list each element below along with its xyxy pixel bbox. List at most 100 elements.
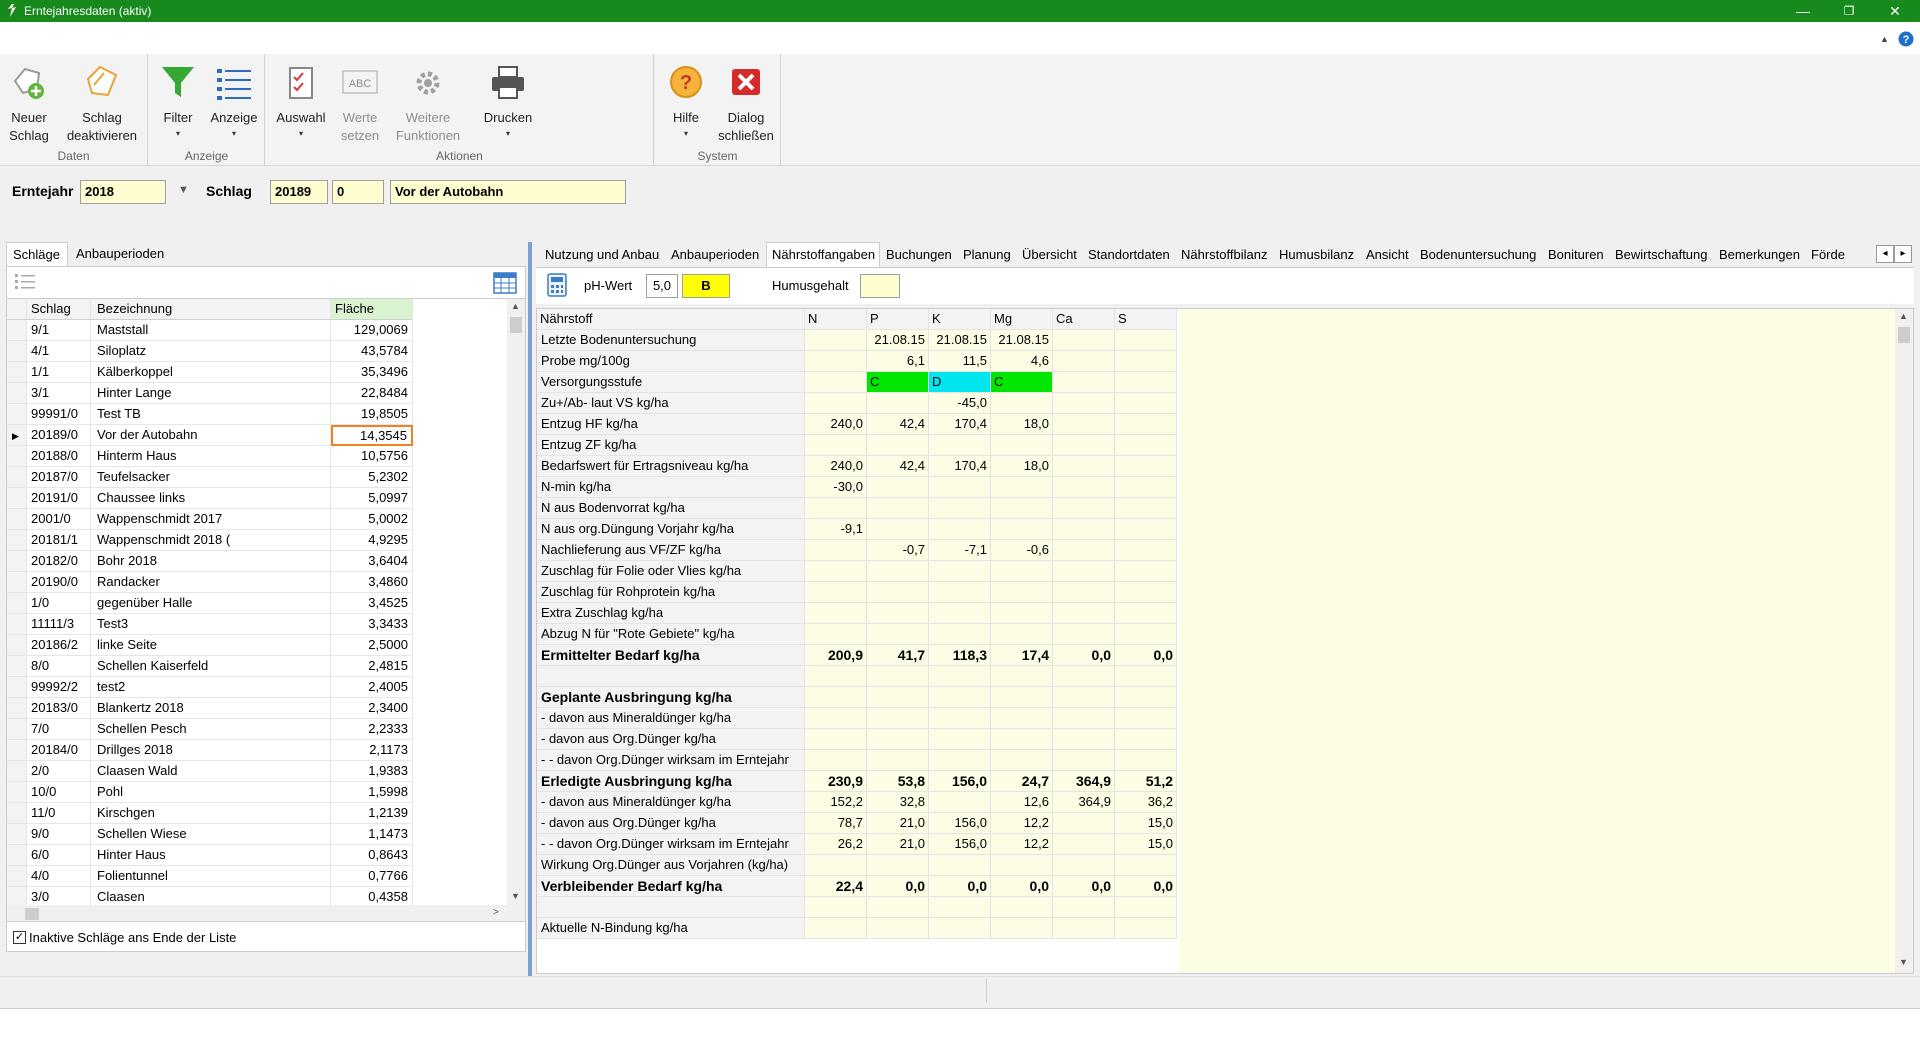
value-cell[interactable] xyxy=(805,435,867,456)
row-selector[interactable] xyxy=(7,740,27,761)
help-circle-icon[interactable]: ? xyxy=(1898,31,1914,47)
value-cell[interactable] xyxy=(867,498,929,519)
value-cell[interactable]: 12,6 xyxy=(991,792,1053,813)
column-header-mg[interactable]: Mg xyxy=(991,309,1053,330)
tab-nutzung-und-anbau[interactable]: Nutzung und Anbau xyxy=(540,245,665,267)
value-cell[interactable] xyxy=(1115,855,1177,876)
table-layout-icon[interactable] xyxy=(493,272,517,294)
value-cell[interactable]: 240,0 xyxy=(805,456,867,477)
value-cell[interactable]: 42,4 xyxy=(867,414,929,435)
column-header-p[interactable]: P xyxy=(867,309,929,330)
drucken-button[interactable]: Drucken ▾ xyxy=(472,58,544,148)
value-cell[interactable] xyxy=(1053,582,1115,603)
value-cell[interactable]: 15,0 xyxy=(1115,813,1177,834)
row-selector[interactable] xyxy=(7,488,27,509)
filter-button[interactable]: Filter ▾ xyxy=(153,58,203,148)
value-cell[interactable] xyxy=(1115,414,1177,435)
value-cell[interactable] xyxy=(1115,498,1177,519)
value-cell[interactable]: 6,1 xyxy=(867,351,929,372)
table-row[interactable]: 8/0 Schellen Kaiserfeld 2,4815 xyxy=(7,656,507,677)
value-cell[interactable] xyxy=(805,603,867,624)
humus-input[interactable] xyxy=(860,274,900,298)
collapse-ribbon-icon[interactable]: ▲ xyxy=(1880,34,1889,44)
ph-value-input[interactable]: 5,0 xyxy=(646,274,678,298)
value-cell[interactable] xyxy=(1053,666,1115,687)
tab-anbauperioden[interactable]: Anbauperioden xyxy=(666,245,765,267)
tab-übersicht[interactable]: Übersicht xyxy=(1017,245,1082,267)
value-cell[interactable] xyxy=(805,393,867,414)
value-cell[interactable] xyxy=(1053,477,1115,498)
tab-nährstoffbilanz[interactable]: Nährstoffbilanz xyxy=(1176,245,1273,267)
column-header-n[interactable]: N xyxy=(805,309,867,330)
table-row[interactable]: 20182/0 Bohr 2018 3,6404 xyxy=(7,551,507,572)
table-row[interactable]: 20184/0 Drillges 2018 2,1173 xyxy=(7,740,507,761)
value-cell[interactable] xyxy=(1053,330,1115,351)
tab-anbauperioden-left[interactable]: Anbauperioden xyxy=(70,242,182,266)
value-cell[interactable] xyxy=(1115,540,1177,561)
value-cell[interactable]: -7,1 xyxy=(929,540,991,561)
schlag-number-input[interactable]: 20189 xyxy=(270,180,328,204)
value-cell[interactable] xyxy=(867,666,929,687)
table-row[interactable]: 20187/0 Teufelsacker 5,2302 xyxy=(7,467,507,488)
tab-scroll-right-icon[interactable]: ▸ xyxy=(1894,245,1912,263)
value-cell[interactable] xyxy=(991,687,1053,708)
value-cell[interactable] xyxy=(991,603,1053,624)
value-cell[interactable] xyxy=(805,582,867,603)
table-row[interactable]: 1/0 gegenüber Halle 3,4525 xyxy=(7,593,507,614)
table-row[interactable]: 20190/0 Randacker 3,4860 xyxy=(7,572,507,593)
value-cell[interactable] xyxy=(867,582,929,603)
value-cell[interactable] xyxy=(1053,372,1115,393)
column-header-schlag[interactable]: Schlag xyxy=(27,299,91,320)
row-selector[interactable] xyxy=(7,656,27,677)
scroll-right-icon[interactable]: > xyxy=(493,907,499,918)
value-cell[interactable]: 0,0 xyxy=(1115,645,1177,666)
value-cell[interactable] xyxy=(1115,666,1177,687)
value-cell[interactable] xyxy=(1053,834,1115,855)
row-selector[interactable] xyxy=(7,698,27,719)
value-cell[interactable] xyxy=(991,435,1053,456)
row-selector[interactable] xyxy=(7,446,27,467)
hilfe-button[interactable]: ? Hilfe ▾ xyxy=(661,58,711,148)
value-cell[interactable]: 364,9 xyxy=(1053,771,1115,792)
value-cell[interactable] xyxy=(929,792,991,813)
minimize-button[interactable]: — xyxy=(1780,0,1826,22)
value-cell[interactable] xyxy=(1115,750,1177,771)
dialog-schliessen-button[interactable]: Dialog schließen xyxy=(715,58,777,148)
value-cell[interactable] xyxy=(1115,918,1177,939)
tab-standortdaten[interactable]: Standortdaten xyxy=(1083,245,1175,267)
value-cell[interactable]: 18,0 xyxy=(991,414,1053,435)
value-cell[interactable] xyxy=(867,687,929,708)
table-row[interactable]: 1/1 Kälberkoppel 35,3496 xyxy=(7,362,507,383)
row-selector[interactable] xyxy=(7,467,27,488)
value-cell[interactable] xyxy=(867,477,929,498)
value-cell[interactable] xyxy=(805,372,867,393)
value-cell[interactable]: 53,8 xyxy=(867,771,929,792)
value-cell[interactable]: 200,9 xyxy=(805,645,867,666)
value-cell[interactable]: 0,0 xyxy=(1115,876,1177,897)
row-selector[interactable] xyxy=(7,845,27,866)
value-cell[interactable] xyxy=(929,918,991,939)
value-cell[interactable] xyxy=(867,897,929,918)
row-selector[interactable] xyxy=(7,866,27,887)
value-cell[interactable] xyxy=(929,603,991,624)
value-cell[interactable] xyxy=(805,624,867,645)
value-cell[interactable]: 21.08.15 xyxy=(867,330,929,351)
value-cell[interactable] xyxy=(805,918,867,939)
inactive-last-checkbox[interactable]: ✓ xyxy=(13,931,26,944)
row-selector[interactable] xyxy=(7,341,27,362)
value-cell[interactable]: 32,8 xyxy=(867,792,929,813)
value-cell[interactable] xyxy=(805,708,867,729)
table-row[interactable]: 4/1 Siloplatz 43,5784 xyxy=(7,341,507,362)
row-selector[interactable] xyxy=(7,719,27,740)
value-cell[interactable]: 170,4 xyxy=(929,456,991,477)
table-row[interactable]: 11/0 Kirschgen 1,2139 xyxy=(7,803,507,824)
row-selector[interactable] xyxy=(7,593,27,614)
row-selector[interactable] xyxy=(7,404,27,425)
value-cell[interactable] xyxy=(929,477,991,498)
value-cell[interactable] xyxy=(1053,708,1115,729)
erntejahr-input[interactable]: 2018 xyxy=(80,180,166,204)
row-selector[interactable] xyxy=(7,782,27,803)
value-cell[interactable] xyxy=(929,897,991,918)
value-cell[interactable]: -30,0 xyxy=(805,477,867,498)
value-cell[interactable]: 12,2 xyxy=(991,834,1053,855)
